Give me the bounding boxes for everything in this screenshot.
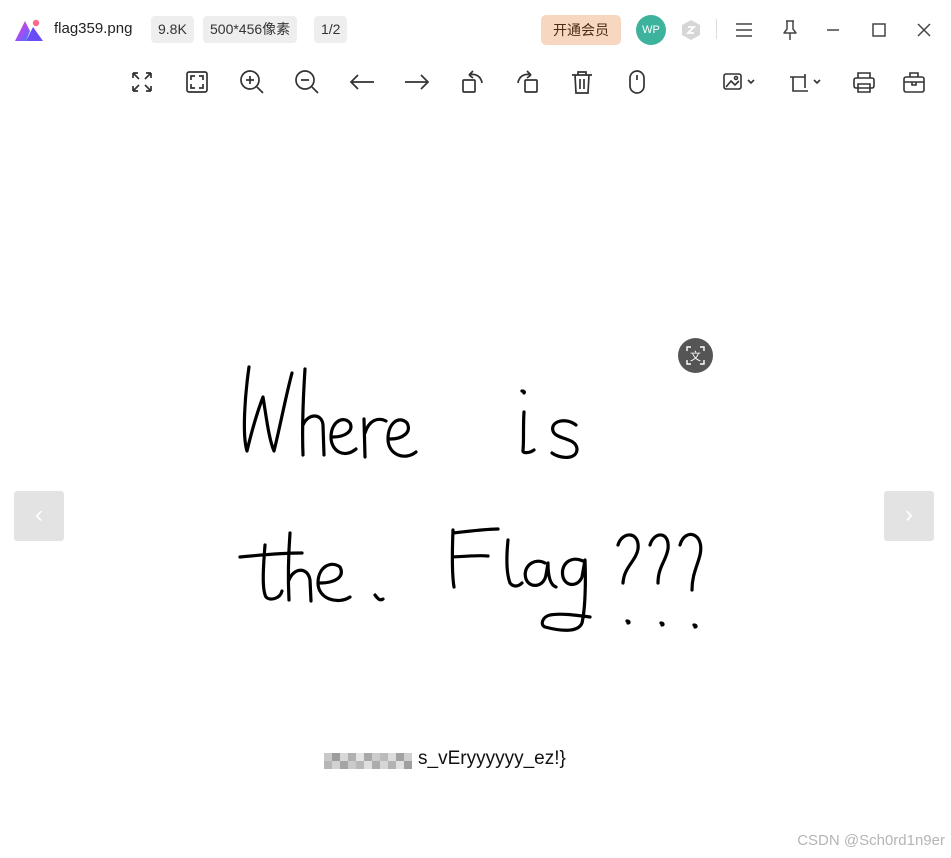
avatar[interactable]: WP (636, 15, 666, 45)
toolbox-icon[interactable] (898, 66, 930, 98)
fit-screen-icon[interactable] (126, 66, 158, 98)
maximize-icon[interactable] (863, 14, 895, 46)
next-image-button[interactable]: › (884, 491, 934, 541)
flag-text: s_vEryyyyyy_ez!} (418, 748, 566, 769)
zoom-out-icon[interactable] (291, 66, 323, 98)
page-indicator-badge: 1/2 (314, 16, 348, 43)
vip-button[interactable]: 开通会员 (541, 15, 621, 45)
hexagon-icon[interactable] (680, 19, 702, 41)
minimize-icon[interactable] (817, 14, 849, 46)
previous-arrow-icon[interactable] (346, 66, 378, 98)
previous-image-button[interactable]: ‹ (14, 491, 64, 541)
handwritten-image (238, 365, 703, 632)
file-name: flag359.png (54, 20, 133, 37)
title-bar: flag359.png 9.8K 500*456像素 1/2 开通会员 WP (0, 0, 951, 58)
toolbar (0, 60, 951, 104)
rotate-right-icon[interactable] (511, 66, 543, 98)
mouse-icon[interactable] (621, 66, 653, 98)
divider (716, 19, 717, 39)
pixelated-redaction (322, 751, 418, 770)
close-icon[interactable] (908, 14, 940, 46)
delete-icon[interactable] (566, 66, 598, 98)
next-arrow-icon[interactable] (401, 66, 433, 98)
crop-icon[interactable] (786, 66, 826, 98)
zoom-in-icon[interactable] (236, 66, 268, 98)
file-size-badge: 9.8K (151, 16, 194, 43)
watermark: CSDN @Sch0rd1n9er (797, 832, 945, 849)
edit-image-icon[interactable] (720, 66, 760, 98)
print-icon[interactable] (848, 66, 880, 98)
dimensions-badge: 500*456像素 (203, 16, 298, 43)
fullscreen-icon[interactable] (181, 66, 213, 98)
rotate-left-icon[interactable] (457, 66, 489, 98)
menu-icon[interactable] (728, 14, 760, 46)
app-logo-icon (15, 19, 43, 41)
pin-icon[interactable] (774, 14, 806, 46)
